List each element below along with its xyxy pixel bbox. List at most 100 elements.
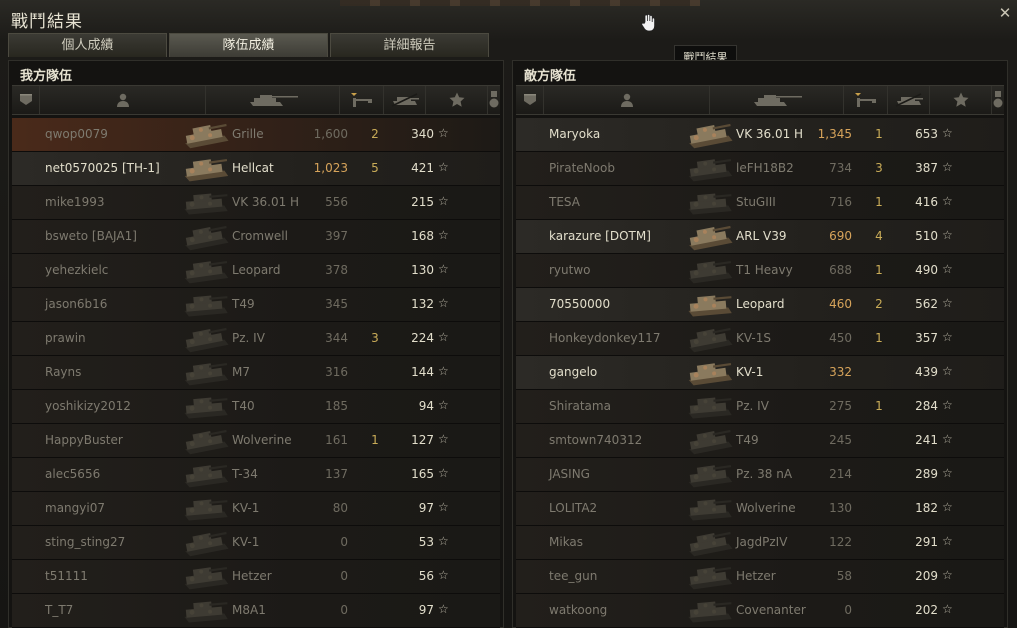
column-header-kills[interactable] [384,86,426,114]
vehicle-name: M8A1 [232,603,266,617]
player-row[interactable]: bsweto [BAJA1] Cromwell 397 168 ☆ [12,220,500,254]
player-name: 70550000 [549,297,611,311]
player-row[interactable]: Mikas JagdPzIV 122 291 ☆ [516,526,1004,560]
player-row[interactable]: Rayns M7 316 144 ☆ [12,356,500,390]
column-header-tank[interactable] [206,86,340,114]
player-row[interactable]: Shiratama Pz. IV 275 1 284 ☆ [516,390,1004,424]
player-name: yehezkielc [45,263,109,277]
column-header-platoon[interactable] [12,86,40,114]
column-header-tank[interactable] [710,86,844,114]
column-header-platoon[interactable] [516,86,544,114]
player-row[interactable]: yoshikizy2012 T40 185 94 ☆ [12,390,500,424]
player-row[interactable]: gangelo KV-1 332 439 ☆ [516,356,1004,390]
vehicle-icon [180,153,232,185]
player-row[interactable]: mike1993 VK 36.01 H 556 215 ☆ [12,186,500,220]
vehicle-name: JagdPzIV [736,535,788,549]
vehicle-name: Leopard [232,263,281,277]
xp-star-icon: ☆ [942,534,953,548]
xp-star-icon: ☆ [942,398,953,412]
vehicle-name: T49 [736,433,759,447]
xp-value: 165 [411,467,434,481]
player-row[interactable]: 70550000 Leopard 460 2 562 ☆ [516,288,1004,322]
xp-star-icon: ☆ [438,364,449,378]
xp-star-icon: ☆ [942,228,953,242]
vehicle-icon [684,459,736,491]
close-icon[interactable]: ✕ [997,5,1013,21]
kills-icon [894,93,924,107]
player-name: HappyBuster [45,433,123,447]
vehicle-name: KV-1S [736,331,771,345]
column-header-xp-star[interactable] [930,86,992,114]
column-header-damage[interactable] [844,86,888,114]
platoon-icon [19,93,33,107]
damage-value: 185 [325,399,348,413]
column-header-player[interactable] [40,86,206,114]
column-header-player[interactable] [544,86,710,114]
vehicle-name: Hellcat [232,161,274,175]
vehicle-icon [684,187,736,219]
player-row[interactable]: mangyi07 KV-1 80 97 ☆ [12,492,500,526]
player-row[interactable]: TESA StuGIII 716 1 416 ☆ [516,186,1004,220]
column-header-medal[interactable] [488,86,500,114]
vehicle-name: T40 [232,399,255,413]
damage-value: 130 [829,501,852,515]
player-row[interactable]: Maryoka VK 36.01 H 1,345 1 653 ☆ [516,118,1004,152]
player-row[interactable]: alec5656 T-34 137 165 ☆ [12,458,500,492]
player-row[interactable]: net0570025 [TH-1] Hellcat 1,023 5 421 ☆ [12,152,500,186]
vehicle-name: Hetzer [232,569,272,583]
player-row[interactable]: LOLITA2 Wolverine 130 182 ☆ [516,492,1004,526]
player-name: watkoong [549,603,608,617]
player-row[interactable]: HappyBuster Wolverine 161 1 127 ☆ [12,424,500,458]
xp-star-icon: ☆ [438,262,449,276]
player-row[interactable]: T_T7 M8A1 0 97 ☆ [12,594,500,628]
xp-star-icon: ☆ [438,126,449,140]
vehicle-icon [180,595,232,627]
kills-value: 5 [371,161,379,175]
player-row[interactable]: smtown740312 T49 245 241 ☆ [516,424,1004,458]
column-header-xp-star[interactable] [426,86,488,114]
player-name: yoshikizy2012 [45,399,131,413]
vehicle-name: VK 36.01 H [232,195,300,209]
damage-value: 1,023 [313,161,348,175]
tab-team[interactable]: 隊伍成績 [169,33,328,57]
column-header-medal[interactable] [992,86,1004,114]
column-header-kills[interactable] [888,86,930,114]
xp-value: 144 [411,365,434,379]
player-row[interactable]: qwop0079 Grille 1,600 2 340 ☆ [12,118,500,152]
player-row[interactable]: PirateNoob leFH18B2 734 3 387 ☆ [516,152,1004,186]
vehicle-name: StuGIII [736,195,776,209]
player-row[interactable]: yehezkielc Leopard 378 130 ☆ [12,254,500,288]
xp-value: 439 [915,365,938,379]
player-row[interactable]: sting_sting27 KV-1 0 53 ☆ [12,526,500,560]
damage-value: 161 [325,433,348,447]
player-row[interactable]: prawin Pz. IV 344 3 224 ☆ [12,322,500,356]
vehicle-name: Wolverine [736,501,796,515]
player-name: smtown740312 [549,433,643,447]
xp-value: 284 [915,399,938,413]
damage-value: 397 [325,229,348,243]
player-row[interactable]: t51111 Hetzer 0 56 ☆ [12,560,500,594]
vehicle-name: KV-1 [232,501,260,515]
player-row[interactable]: karazure [DOTM] ARL V39 690 4 510 ☆ [516,220,1004,254]
player-row[interactable]: Honkeydonkey117 KV-1S 450 1 357 ☆ [516,322,1004,356]
damage-value: 0 [340,535,348,549]
xp-star-icon: ☆ [942,330,953,344]
xp-value: 182 [915,501,938,515]
xp-value: 202 [915,603,938,617]
player-row[interactable]: JASING Pz. 38 nA 214 289 ☆ [516,458,1004,492]
xp-value: 130 [411,263,434,277]
tank-icon [750,93,804,107]
vehicle-icon [180,493,232,525]
damage-value: 1,600 [313,127,348,141]
column-header-damage[interactable] [340,86,384,114]
damage-value: 316 [325,365,348,379]
player-row[interactable]: ryutwo T1 Heavy 688 1 490 ☆ [516,254,1004,288]
xp-value: 224 [411,331,434,345]
player-row[interactable]: jason6b16 T49 345 132 ☆ [12,288,500,322]
damage-value: 734 [829,161,852,175]
tab-personal[interactable]: 個人成績 [8,33,167,57]
xp-value: 340 [411,127,434,141]
player-row[interactable]: watkoong Covenanter 0 202 ☆ [516,594,1004,628]
player-row[interactable]: tee_gun Hetzer 58 209 ☆ [516,560,1004,594]
tab-detailed-report[interactable]: 詳細報告 [330,33,489,57]
